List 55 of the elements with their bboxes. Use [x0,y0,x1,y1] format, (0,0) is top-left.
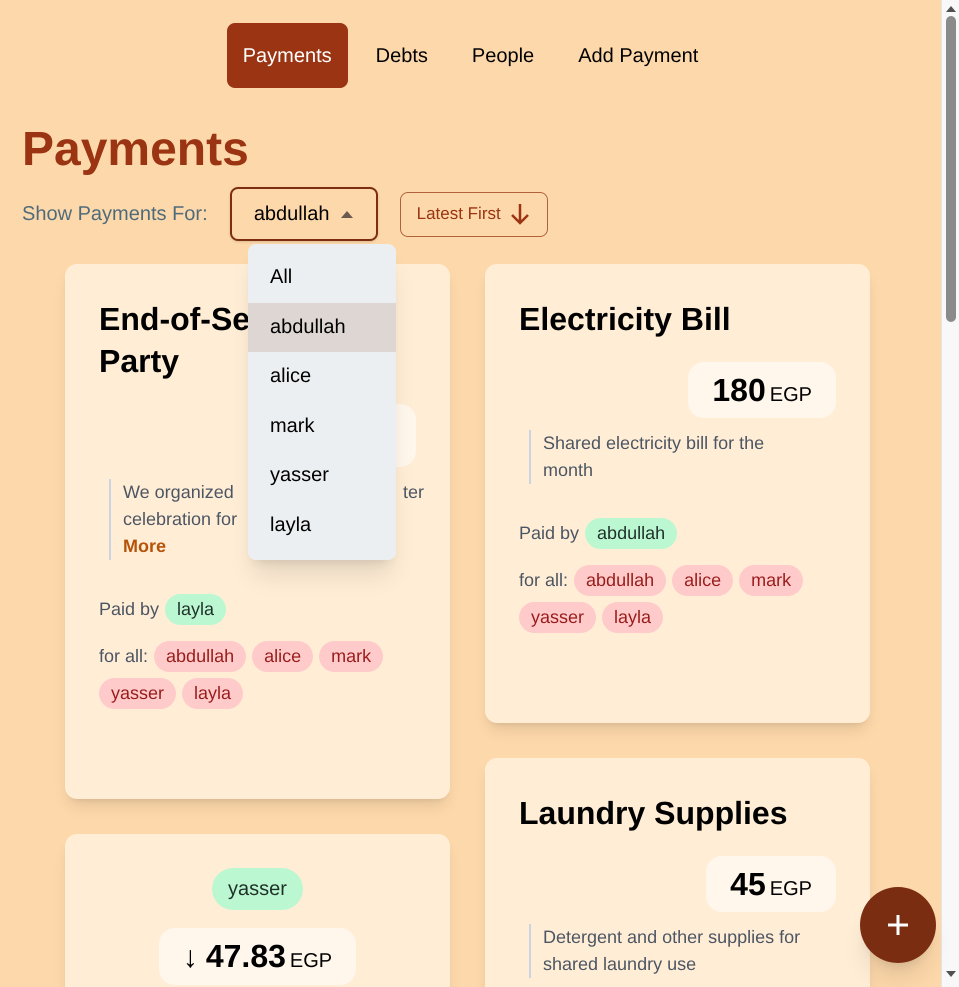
paid-by-label: Paid by [99,598,160,621]
page-title: Payments [22,122,250,178]
payer-chip: layla [165,594,226,625]
currency-label: EGP [770,385,812,405]
description-text: We organized [123,481,234,504]
amount-value: 180 [712,374,766,406]
card-title: Laundry Supplies [519,794,788,833]
dropdown-option[interactable]: layla [248,500,396,551]
participant-chip: yasser [99,678,176,709]
arrow-glyph: ↓ [182,943,198,973]
dropdown-option[interactable]: All [248,253,396,303]
nav-tab[interactable]: Payments [226,23,348,88]
person-select[interactable]: abdullah [230,187,378,241]
sort-button[interactable]: Latest First [400,192,548,236]
dropdown-option[interactable]: abdullah [248,302,396,352]
nav-tab[interactable]: Add Payment [562,23,714,88]
participant-chip: layla [182,678,244,709]
for-all-label: for all: [519,569,568,592]
description-text: ter [402,481,424,504]
card-title: Party [99,342,180,381]
participant-chip: abdullah [154,641,246,672]
for-all-label: for all: [99,645,148,668]
dropdown-option[interactable]: mark [248,402,396,452]
paid-by-label: Paid by [519,522,580,545]
participant-chip: abdullah [574,565,666,596]
participant-chip: layla [602,602,664,633]
currency-label: EGP [770,879,812,899]
filter-label: Show Payments For: [22,202,208,227]
participant-chip: mark [319,641,384,672]
scrollbar-thumb[interactable] [946,16,956,322]
more-link[interactable]: More [123,533,166,560]
caret-up-icon [341,210,354,218]
currency-label: EGP [290,951,332,971]
dropdown-option[interactable]: alice [248,352,396,402]
participant-chip: alice [672,565,734,596]
participant-chip: mark [739,565,804,596]
card-title: End-of-Se [99,300,250,339]
description-text: Shared electricity bill for the month [543,432,766,482]
card-title: Electricity Bill [519,300,731,339]
dropdown-option[interactable]: yasser [248,451,396,501]
participant-chip: alice [252,641,314,672]
description-text: Detergent and other supplies for shared laundry use [543,926,802,976]
amount-value: 47.83 [206,940,286,972]
arrow-down-icon [508,202,531,226]
payer-chip: abdullah [585,518,678,549]
nav-tab[interactable]: People [456,23,550,88]
nav-tab[interactable]: Debts [360,23,444,88]
plus-icon [887,914,909,936]
amount-value: 45 [730,868,766,900]
payer-chip: yasser [212,868,303,910]
scroll-up-icon[interactable] [946,6,956,12]
description-text: celebration for [123,508,238,531]
scroll-down-icon[interactable] [946,971,956,977]
participant-chip: yasser [519,602,596,633]
scrollbar[interactable] [941,0,959,987]
